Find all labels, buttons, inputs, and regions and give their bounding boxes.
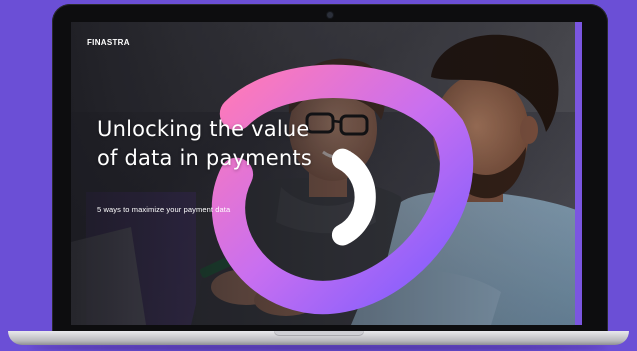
page-title: Unlocking the value of data in payments [97, 115, 397, 173]
finastra-logo-icon [211, 64, 474, 315]
subtitle: 5 ways to maximize your payment data [97, 205, 231, 214]
laptop-mockup-stage: FINASTRA Unlocking the value of data in … [0, 0, 637, 351]
laptop-notch [273, 331, 364, 336]
brand-logo[interactable]: FINASTRA [87, 38, 474, 315]
headline-line-2: of data in payments [97, 146, 312, 171]
laptop-shadow [30, 344, 607, 351]
webcam-icon [327, 12, 333, 18]
laptop-screen: FINASTRA Unlocking the value of data in … [71, 22, 582, 325]
laptop-base [8, 331, 629, 345]
headline-line-1: Unlocking the value [97, 117, 310, 142]
